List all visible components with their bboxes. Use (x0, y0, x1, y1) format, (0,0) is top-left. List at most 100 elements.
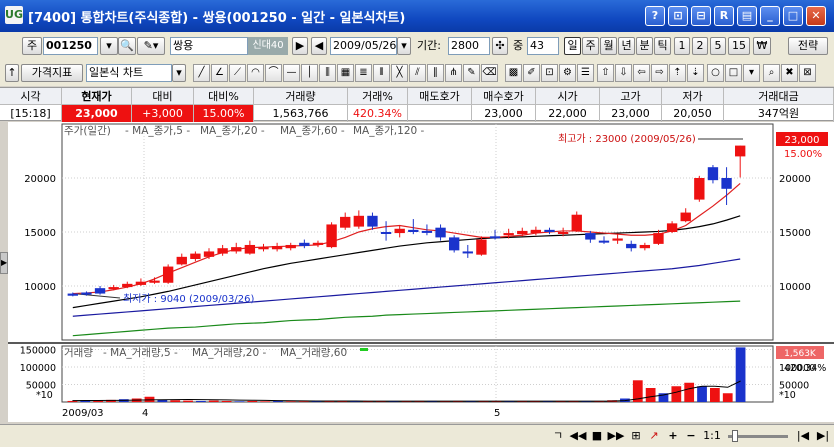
list-icon[interactable]: ☰ (577, 64, 594, 82)
zoom-out-button[interactable]: − (684, 428, 698, 444)
zoom-in-button[interactable]: + (666, 428, 680, 444)
color-icon[interactable]: ▩ (505, 64, 522, 82)
channel-icon[interactable]: ⫽ (409, 64, 426, 82)
timeframe-year[interactable]: 년 (618, 37, 635, 55)
currency-icon[interactable]: ₩ (753, 37, 771, 55)
arrow-right-icon[interactable]: ⇨ (651, 64, 668, 82)
close-button[interactable]: ✕ (806, 6, 826, 26)
count-input[interactable]: 43 (527, 37, 559, 55)
period-input[interactable]: 2800 (448, 37, 490, 55)
quote-header: 시각 (0, 88, 62, 105)
date-dropdown-button[interactable]: ▾ (397, 37, 411, 55)
search-icon[interactable]: 🔍 (118, 37, 136, 55)
current-volume-pct: 420.34% (784, 363, 826, 374)
go-last-button[interactable]: ▶| (814, 428, 832, 444)
settings-icon[interactable]: ⚙ (559, 64, 576, 82)
chart-type-select[interactable]: 일본식 차트 (86, 64, 172, 82)
angle-line-icon[interactable]: ∠ (211, 64, 228, 82)
fibo-time-icon[interactable]: ⫴ (373, 64, 390, 82)
interval-15[interactable]: 15 (728, 37, 750, 55)
rectangle-icon[interactable]: □ (725, 64, 742, 82)
zoom-icon[interactable]: ⌕ (763, 64, 780, 82)
date-input[interactable]: 2009/05/26 (330, 37, 397, 55)
candle-body (326, 224, 337, 248)
timeframe-tick[interactable]: 틱 (654, 37, 671, 55)
horizontal-line-icon[interactable]: — (283, 64, 300, 82)
code-dropdown-button[interactable]: ▾ (100, 37, 118, 55)
volume-legend-title: 거래량 (64, 347, 93, 359)
circle-icon[interactable]: ○ (707, 64, 724, 82)
volume-bar (221, 400, 232, 402)
scroll-start-icon[interactable]: ◀◀ (567, 428, 589, 444)
chart-type-dropdown[interactable]: ▾ (172, 64, 186, 82)
strategy-button[interactable]: 전략 (788, 37, 828, 55)
prev-stock-button[interactable]: ◀ (311, 37, 327, 55)
interval-5[interactable]: 5 (710, 37, 726, 55)
zoom-ratio-label[interactable]: 1:1 (700, 428, 724, 444)
timeframe-week[interactable]: 주 (582, 37, 599, 55)
maximize-button[interactable]: □ (783, 6, 803, 26)
x-axis-label: 4 (142, 408, 148, 419)
cycle-lines-icon[interactable]: ⫼ (319, 64, 336, 82)
candle-body (448, 237, 460, 251)
next-stock-button[interactable]: ▶ (292, 37, 308, 55)
ray-icon[interactable]: ⌒ (265, 64, 282, 82)
timeframe-day[interactable]: 일 (564, 37, 581, 55)
trendline-icon[interactable]: ╱ (193, 64, 210, 82)
volume-bar (67, 400, 78, 402)
pencil-icon[interactable]: ✎ (463, 64, 480, 82)
stock-code-input[interactable]: 001250 (43, 37, 98, 55)
vertical-line-icon[interactable]: │ (301, 64, 318, 82)
scroll-up-icon[interactable]: ⇡ (669, 64, 686, 82)
market-select[interactable]: 주 (22, 37, 42, 55)
go-first-button[interactable]: |◀ (794, 428, 812, 444)
up-arrow-icon[interactable]: ↑ (5, 64, 19, 82)
interval-1[interactable]: 1 (674, 37, 690, 55)
window-option-1-button[interactable]: ⊡ (668, 6, 688, 26)
close-drawing-icon[interactable]: ⊠ (799, 64, 816, 82)
fibo-icon[interactable]: ≣ (355, 64, 372, 82)
stop-icon[interactable]: ■ (590, 428, 604, 444)
timeframe-month[interactable]: 월 (600, 37, 617, 55)
gann-icon[interactable]: ╳ (391, 64, 408, 82)
candlestick-chart[interactable]: 2000020000150001500010000100001500001500… (8, 122, 834, 422)
trend-icon[interactable]: ↗ (646, 428, 662, 444)
eraser-icon[interactable]: ⌫ (481, 64, 498, 82)
arc-icon[interactable]: ◠ (247, 64, 264, 82)
volume-bar (247, 400, 258, 402)
refresh-button[interactable]: R (714, 6, 734, 26)
arrow-down-icon[interactable]: ⇩ (615, 64, 632, 82)
arrow-left-icon[interactable]: ⇦ (633, 64, 650, 82)
fan-line-icon[interactable]: ⟋ (229, 64, 246, 82)
arrow-up-icon[interactable]: ⇧ (597, 64, 614, 82)
candle-body (380, 232, 392, 234)
scroll-end-icon[interactable]: ▶▶ (605, 428, 627, 444)
delete-drawing-icon[interactable]: ✖ (781, 64, 798, 82)
parallel-icon[interactable]: ∥ (427, 64, 444, 82)
y-tick-label-right: 20000 (779, 174, 811, 185)
zoom-slider-thumb[interactable] (732, 430, 738, 442)
grid-lines-icon[interactable]: ▦ (337, 64, 354, 82)
y-tick-label: 10000 (24, 282, 56, 293)
memo-icon[interactable]: ✎▾ (137, 37, 165, 55)
help-button[interactable]: ? (645, 6, 665, 26)
panel-expand-handle[interactable]: ▶ (0, 252, 8, 274)
image-icon[interactable]: ⊡ (541, 64, 558, 82)
candle-body (626, 243, 637, 249)
candle-body (162, 266, 174, 283)
minimize-button[interactable]: _ (760, 6, 780, 26)
interval-2[interactable]: 2 (692, 37, 708, 55)
window-menu-button[interactable]: ▤ (737, 6, 757, 26)
shape-dropdown[interactable]: ▾ (743, 64, 760, 82)
indicator-button[interactable]: 가격지표 (21, 64, 83, 82)
period-spin-icon[interactable]: ✣ (492, 37, 508, 55)
volume-bar (735, 347, 746, 402)
andrews-icon[interactable]: ⋔ (445, 64, 462, 82)
scroll-down-icon[interactable]: ⇣ (687, 64, 704, 82)
window-option-2-button[interactable]: ⊟ (691, 6, 711, 26)
quote-header: 거래량 (254, 88, 348, 105)
crosshair-icon[interactable]: ⊞ (628, 428, 644, 444)
status-button[interactable]: ㄱ (551, 428, 565, 444)
timeframe-minute[interactable]: 분 (636, 37, 653, 55)
text-icon[interactable]: ✐ (523, 64, 540, 82)
